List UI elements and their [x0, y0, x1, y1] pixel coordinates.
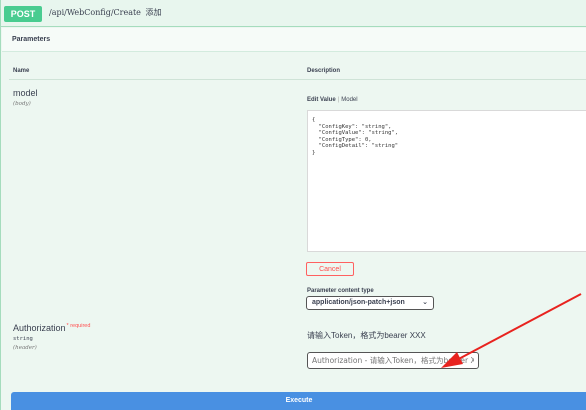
- endpoint-path: /api/WebConfig/Create 添加: [49, 7, 161, 18]
- param-model-name: model: [13, 88, 38, 98]
- header-divider: [9, 79, 586, 80]
- cancel-button[interactable]: Cancel: [306, 262, 354, 276]
- endpoint-path-text: /api/WebConfig/Create: [49, 8, 141, 17]
- tab-edit-value[interactable]: Edit Value: [307, 97, 336, 103]
- method-badge: POST: [4, 6, 42, 22]
- tab-model[interactable]: Model: [341, 97, 357, 103]
- param-authorization-location: (header): [13, 345, 37, 351]
- param-authorization-type: string: [13, 336, 33, 342]
- body-editor-textarea[interactable]: { "ConfigKey": "string", "ConfigValue": …: [307, 110, 586, 252]
- operation-summary[interactable]: POST /api/WebConfig/Create 添加: [1, 0, 586, 27]
- authorization-input[interactable]: [307, 352, 479, 369]
- param-authorization-label: Authorization: [13, 323, 66, 333]
- parameters-header: Parameters: [2, 28, 586, 52]
- param-model-location: (body): [13, 101, 31, 107]
- operation-block: POST /api/WebConfig/Create 添加 Parameters…: [0, 0, 586, 410]
- param-authorization-name: Authorization* required: [13, 323, 90, 333]
- content-type-label: Parameter content type: [307, 288, 374, 294]
- execute-button[interactable]: Execute: [11, 392, 586, 410]
- column-header-name: Name: [13, 68, 30, 74]
- parameters-title: Parameters: [12, 36, 51, 43]
- required-marker: * required: [66, 323, 91, 329]
- content-type-select[interactable]: application/json-patch+json ⌄: [306, 296, 434, 310]
- body-tabs: Edit Value | Model: [307, 97, 358, 103]
- tab-separator: |: [337, 97, 340, 103]
- param-authorization-description: 请输入Token，格式为bearer XXX: [307, 331, 426, 340]
- chevron-down-icon: ⌄: [422, 299, 428, 306]
- endpoint-description: 添加: [145, 8, 162, 17]
- column-header-description: Description: [307, 68, 341, 74]
- content-type-value: application/json-patch+json: [312, 299, 405, 306]
